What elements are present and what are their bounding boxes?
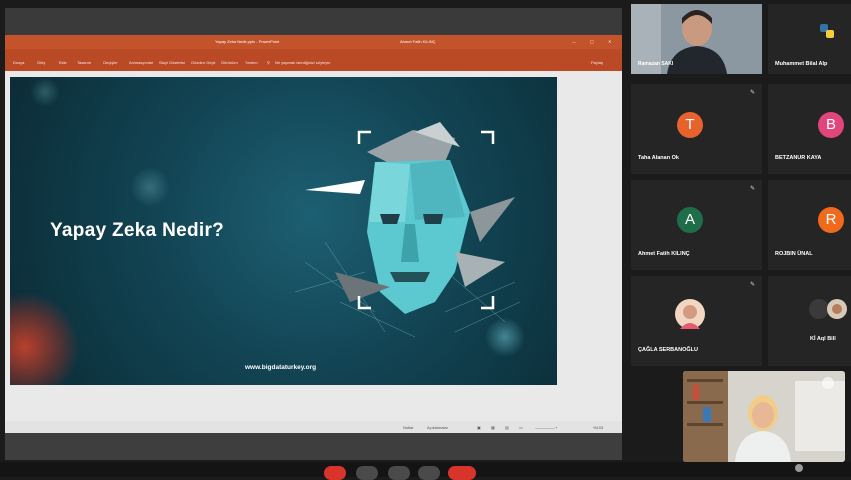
profile-photo xyxy=(809,299,847,319)
share-button[interactable]: Paylaş xyxy=(591,60,603,65)
tab-home[interactable]: Giriş xyxy=(37,60,45,65)
reading-view-icon[interactable]: ▤ xyxy=(505,425,509,430)
low-poly-face-illustration xyxy=(295,122,521,338)
slide-url: www.bigdataturkey.org xyxy=(245,364,317,371)
shared-screen: Yapay Zeka Nedir.pptx - PowerPoint Ahmet… xyxy=(5,8,622,460)
self-video xyxy=(683,371,845,462)
comments-button[interactable]: Açıklamalar xyxy=(427,425,448,430)
tab-transitions[interactable]: Geçişler xyxy=(103,60,118,65)
participant-tile[interactable]: B BETZANUR KAYA xyxy=(768,84,851,174)
participant-tile[interactable]: Muhammet Bilal Alp xyxy=(768,4,851,74)
participant-tile[interactable]: R ROJBIN ÜNAL xyxy=(768,180,851,270)
tab-help[interactable]: Yardım xyxy=(245,60,258,65)
more-options-button[interactable] xyxy=(418,466,440,480)
slideshow-icon[interactable]: ▭ xyxy=(519,425,523,430)
close-icon[interactable]: ✕ xyxy=(608,39,611,44)
participant-tile[interactable]: ✎ ÇAĞLA SERBANOĞLU xyxy=(631,276,762,366)
participant-name: Ramazan SAKI xyxy=(638,61,674,67)
taskbar-area xyxy=(5,433,622,460)
mic-muted-icon: ✎ xyxy=(750,282,756,288)
minimize-icon[interactable]: — xyxy=(572,39,576,44)
slide-sorter-icon[interactable]: ▦ xyxy=(491,425,495,430)
tab-review[interactable]: Gözden Geçir xyxy=(191,60,216,65)
slide: Yapay Zeka Nedir? www.bigdataturkey.org xyxy=(10,77,557,385)
bokeh-light xyxy=(130,167,170,207)
maximize-icon[interactable]: ▢ xyxy=(590,39,594,44)
meeting-control-bar xyxy=(0,462,851,480)
participant-tile[interactable]: ✎ A Ahmet Fatih KILINÇ xyxy=(631,180,762,270)
participant-name: ÇAĞLA SERBANOĞLU xyxy=(638,347,698,353)
powerpoint-ribbon: Dosya Giriş Ekle Tasarım Geçişler Animas… xyxy=(5,49,622,71)
account-name: Ahmet Fatih KILINÇ xyxy=(400,39,436,44)
tab-view[interactable]: Görünüm xyxy=(221,60,238,65)
tab-animations[interactable]: Animasyonlar xyxy=(129,60,153,65)
participant-tile[interactable]: ✎ T Taha Alanan Ok xyxy=(631,84,762,174)
participant-name: Muhammet Bilal Alp xyxy=(775,61,828,67)
slide-title: Yapay Zeka Nedir? xyxy=(50,220,225,241)
avatar: R xyxy=(818,207,844,233)
mic-toggle-button[interactable] xyxy=(324,466,346,480)
profile-photo xyxy=(675,299,705,329)
powerpoint-title-bar: Yapay Zeka Nedir.pptx - PowerPoint Ahmet… xyxy=(5,35,622,49)
python-logo-icon xyxy=(820,24,834,38)
window-title: Yapay Zeka Nedir.pptx - PowerPoint xyxy=(215,39,280,44)
camera-toggle-button[interactable] xyxy=(356,466,378,480)
notes-button[interactable]: Notlar xyxy=(403,425,414,430)
participant-name: Taha Alanan Ok xyxy=(638,155,679,161)
share-screen-button[interactable] xyxy=(388,466,410,480)
tab-file[interactable]: Dosya xyxy=(13,60,24,65)
settings-icon[interactable] xyxy=(795,464,803,472)
participant-tile[interactable]: Ramazan SAKI xyxy=(631,4,762,74)
mic-muted-icon: ✎ xyxy=(750,90,756,96)
tab-slideshow[interactable]: Slayt Gösterisi xyxy=(159,60,185,65)
leave-call-button[interactable] xyxy=(448,466,476,480)
participant-name: ROJBIN ÜNAL xyxy=(775,251,813,257)
search-icon[interactable]: ⚲ xyxy=(267,60,270,65)
tab-design[interactable]: Tasarım xyxy=(77,60,91,65)
normal-view-icon[interactable]: ▣ xyxy=(477,425,481,430)
tab-insert[interactable]: Ekle xyxy=(59,60,67,65)
avatar: B xyxy=(818,112,844,138)
powerpoint-status-bar: Notlar Açıklamalar ▣ ▦ ▤ ▭ —————+ %103 xyxy=(5,421,622,433)
slide-canvas: Yapay Zeka Nedir? www.bigdataturkey.org xyxy=(5,71,622,421)
participant-name: BETZANUR KAYA xyxy=(775,155,822,161)
avatar: A xyxy=(677,207,703,233)
participant-name: Ahmet Fatih KILINÇ xyxy=(638,251,690,257)
avatar: T xyxy=(677,112,703,138)
bokeh-light xyxy=(10,292,80,385)
bokeh-light xyxy=(30,77,60,107)
zoom-slider[interactable]: —————+ xyxy=(535,425,557,430)
zoom-level[interactable]: %103 xyxy=(593,425,603,430)
participant-name: Kİ Aql Bill xyxy=(810,336,836,342)
participant-tile[interactable]: Kİ Aql Bill xyxy=(768,276,851,366)
self-video-view[interactable] xyxy=(683,371,845,462)
mic-muted-icon: ✎ xyxy=(750,186,756,192)
search-hint[interactable]: Ne yapmak istediğinizi söyleyin xyxy=(275,60,330,65)
